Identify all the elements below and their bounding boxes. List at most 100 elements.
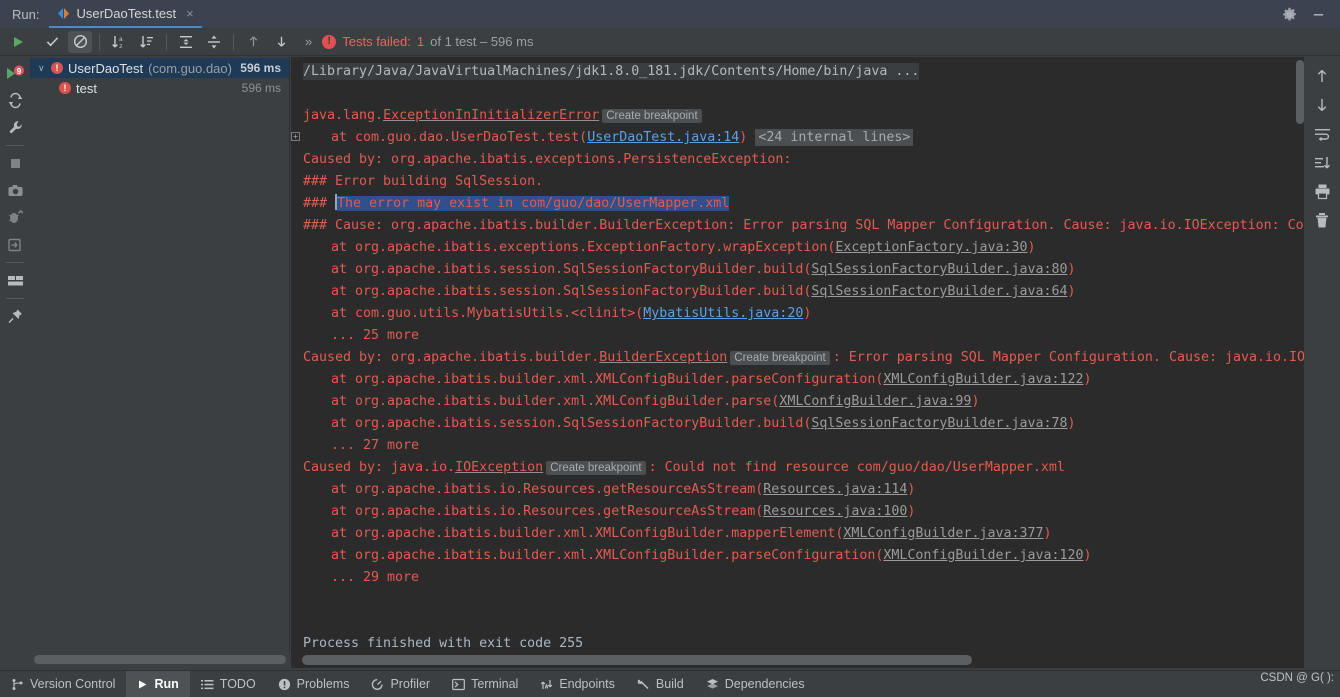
console-horizontal-scrollbar[interactable] [302, 655, 972, 665]
stack-frame-link[interactable]: SqlSessionFactoryBuilder.java:64 [811, 284, 1067, 299]
pin-icon[interactable] [2, 303, 28, 330]
soft-wrap-icon[interactable] [1308, 119, 1336, 148]
toolbar-overflow-icon[interactable]: » [305, 34, 312, 49]
test-tree-row-class[interactable]: ∨ ! UserDaoTest (com.guo.dao) 596 ms [30, 58, 289, 78]
statusbar-item-problems[interactable]: Problems [267, 671, 361, 697]
screenshot-camera-icon[interactable] [2, 177, 28, 204]
stack-frame-text: at org.apache.ibatis.session.SqlSessionF… [331, 416, 812, 431]
run-config-tab-label: UserDaoTest.test [76, 5, 177, 21]
terminal-icon [452, 678, 465, 691]
layout-grid-icon[interactable] [2, 267, 28, 294]
fold-expand-icon[interactable]: + [291, 132, 300, 141]
exception-class-name[interactable]: BuilderException [599, 350, 727, 365]
stack-frame-link[interactable]: XMLConfigBuilder.java:122 [883, 372, 1083, 387]
stack-frame-text: at org.apache.ibatis.session.SqlSessionF… [331, 262, 812, 277]
test-failed-icon: ! [51, 62, 63, 74]
test-tree-row-method[interactable]: ! test 596 ms [30, 78, 289, 98]
console-vertical-scrollbar[interactable] [1296, 60, 1304, 124]
statusbar-item-endpoints[interactable]: Endpoints [529, 671, 626, 697]
statusbar-item-run[interactable]: Run [126, 670, 190, 697]
minimize-icon[interactable] [1311, 7, 1326, 22]
stack-frame-link[interactable]: Resources.java:100 [763, 504, 907, 519]
list-icon [200, 678, 214, 691]
arrow-up-icon[interactable] [241, 31, 265, 53]
create-breakpoint-label[interactable]: Create breakpoint [730, 351, 830, 365]
stack-frame-paren: ) [803, 306, 812, 321]
play-icon [137, 679, 148, 690]
statusbar-item-version-control[interactable]: Version Control [0, 671, 126, 697]
process-exit-text: Process finished with exit code 255 [303, 636, 584, 651]
statusbar-item-terminal[interactable]: Terminal [441, 671, 529, 697]
arrow-down-icon[interactable] [269, 31, 293, 53]
wrench-settings-icon[interactable] [2, 114, 28, 141]
statusbar-item-dependencies[interactable]: Dependencies [695, 671, 816, 697]
rerun-tests-icon[interactable]: 9 [2, 60, 28, 87]
stack-frame-link[interactable]: XMLConfigBuilder.java:99 [779, 394, 971, 409]
test-class-duration: 596 ms [240, 61, 281, 75]
tree-horizontal-scrollbar[interactable] [34, 655, 286, 664]
console-line-caused-by-3: Caused by: java.io.IOException Create bre… [291, 457, 1304, 479]
console-output[interactable]: /Library/Java/JavaVirtualMachines/jdk1.8… [291, 57, 1304, 653]
stack-frame-link[interactable]: SqlSessionFactoryBuilder.java:80 [811, 262, 1067, 277]
svg-text:9: 9 [17, 67, 22, 76]
rerun-icon[interactable] [6, 31, 30, 53]
scroll-up-icon[interactable] [1308, 61, 1336, 90]
scroll-to-end-icon[interactable] [1308, 148, 1336, 177]
statusbar-item-build[interactable]: Build [626, 671, 695, 697]
sort-alphabetically-icon[interactable]: az [107, 31, 131, 53]
console-line-frame: at org.apache.ibatis.session.SqlSessionF… [291, 281, 1304, 303]
more-frames-text: ... 29 more [331, 570, 420, 585]
stack-frame-text: at com.guo.utils.MybatisUtils.<clinit>( [331, 306, 644, 321]
test-method-name: test [76, 80, 97, 96]
stack-frame-link[interactable]: ExceptionFactory.java:30 [835, 240, 1027, 255]
print-icon[interactable] [1308, 177, 1336, 206]
console-line-frame: at org.apache.ibatis.builder.xml.XMLConf… [291, 391, 1304, 413]
stack-frame-paren: ) [907, 482, 916, 497]
collapse-all-icon[interactable] [202, 31, 226, 53]
endpoints-icon [540, 678, 553, 691]
stack-frame-text: at org.apache.ibatis.builder.xml.XMLConf… [331, 394, 780, 409]
exception-class-name[interactable]: ExceptionInInitializerError [383, 108, 599, 123]
console-line-more: ... 25 more [291, 325, 1304, 347]
debug-bug-icon[interactable] [2, 204, 28, 231]
create-breakpoint-label[interactable]: Create breakpoint [546, 461, 646, 475]
statusbar-item-profiler[interactable]: Profiler [360, 671, 441, 697]
test-results-tree[interactable]: ∨ ! UserDaoTest (com.guo.dao) 596 ms ! t… [30, 57, 290, 653]
internal-lines-fold[interactable]: <24 internal lines> [755, 129, 914, 146]
stack-frame-link[interactable]: MybatisUtils.java:20 [643, 306, 803, 321]
rerun-failed-tests-icon[interactable] [2, 87, 28, 114]
chevron-down-icon[interactable]: ∨ [38, 63, 51, 74]
statusbar-label: Run [154, 677, 179, 691]
close-icon[interactable]: × [186, 6, 194, 21]
clear-all-trash-icon[interactable] [1308, 206, 1336, 235]
test-class-name: UserDaoTest [68, 60, 144, 76]
gear-icon[interactable] [1282, 7, 1297, 22]
sort-by-duration-icon[interactable] [135, 31, 159, 53]
expand-all-icon[interactable] [174, 31, 198, 53]
export-icon[interactable] [2, 231, 28, 258]
stack-frame-text: at org.apache.ibatis.exceptions.Exceptio… [331, 240, 836, 255]
create-breakpoint-label[interactable]: Create breakpoint [602, 109, 702, 123]
stack-frame-link[interactable]: Resources.java:114 [763, 482, 907, 497]
scroll-down-icon[interactable] [1308, 90, 1336, 119]
exception-class-name[interactable]: IOException [455, 460, 543, 475]
statusbar-item-todo[interactable]: TODO [190, 671, 267, 697]
stack-frame-link[interactable]: XMLConfigBuilder.java:377 [843, 526, 1043, 541]
stop-icon[interactable] [2, 150, 28, 177]
console-line-command: /Library/Java/JavaVirtualMachines/jdk1.8… [291, 61, 1304, 83]
stack-frame-link[interactable]: SqlSessionFactoryBuilder.java:78 [811, 416, 1067, 431]
checkmark-icon[interactable] [40, 31, 64, 53]
console-line-more: ... 29 more [291, 567, 1304, 589]
branch-icon [11, 678, 24, 691]
selected-error-text[interactable]: The error may exist in com/guo/dao/UserM… [337, 196, 730, 211]
run-configuration-tab[interactable]: UserDaoTest.test × [49, 0, 202, 28]
run-toolbar: az » ! Tests failed: 1 of 1 test – 596 m… [0, 28, 1340, 56]
statusbar-label: Version Control [30, 677, 116, 691]
stack-frame-link[interactable]: XMLConfigBuilder.java:120 [883, 548, 1083, 563]
blocked-icon[interactable] [68, 30, 92, 53]
console-line-message-1: ### Error building SqlSession. [291, 171, 1304, 193]
stack-frame-link[interactable]: UserDaoTest.java:14 [587, 130, 739, 145]
stack-frame-paren: ) [739, 130, 748, 145]
stack-frame-paren: ) [1083, 372, 1092, 387]
